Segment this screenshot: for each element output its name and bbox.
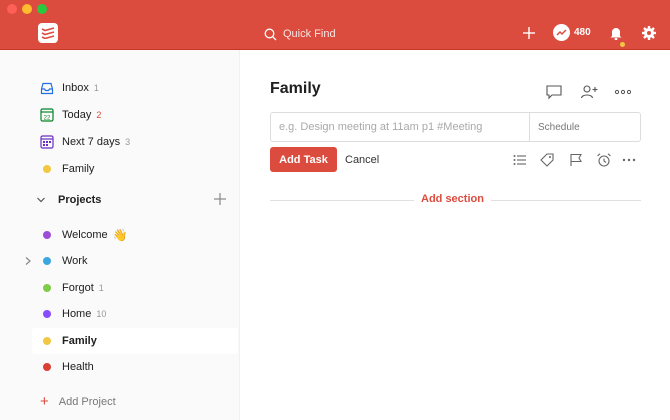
label-tag-icon[interactable] xyxy=(539,152,555,168)
add-project-plus-icon[interactable] xyxy=(213,192,227,206)
add-project-label: Add Project xyxy=(58,395,116,408)
project-color-dot xyxy=(43,284,51,292)
quick-find-search[interactable]: Quick Find xyxy=(264,24,434,44)
inbox-count: 1 xyxy=(93,83,99,93)
sidebar-item-label: Health xyxy=(62,361,94,373)
quick-add-plus-icon[interactable] xyxy=(521,25,537,41)
sidebar-item-label: Home xyxy=(62,308,92,320)
project-color-dot xyxy=(43,257,51,265)
add-section-button[interactable]: Add section xyxy=(414,193,491,205)
settings-gear-icon[interactable] xyxy=(641,25,657,41)
more-options-icon[interactable] xyxy=(614,84,632,100)
sidebar-item-label: Welcome xyxy=(62,229,108,241)
add-task-button[interactable]: Add Task xyxy=(270,147,337,172)
sidebar-item-project-home[interactable]: Home 10 xyxy=(32,301,238,327)
sidebar-item-label: Forgot xyxy=(62,282,94,294)
inbox-icon xyxy=(40,81,54,95)
sidebar-item-project-forgot[interactable]: Forgot 1 xyxy=(32,275,238,301)
projects-label: Projects xyxy=(58,194,102,206)
reminder-alarm-icon[interactable] xyxy=(596,152,612,168)
sidebar-item-favorite-family[interactable]: Family xyxy=(32,156,238,182)
sidebar: Inbox 1 22 Today 2 Next 7 days 3 Family … xyxy=(0,50,240,420)
karma-button[interactable]: 480 xyxy=(553,24,591,41)
chevron-right-icon[interactable] xyxy=(24,256,32,266)
notification-badge xyxy=(620,42,625,47)
sidebar-item-project-welcome[interactable]: Welcome 👋 xyxy=(32,222,238,248)
today-date: 22 xyxy=(44,115,51,121)
share-add-person-icon[interactable] xyxy=(580,84,598,100)
schedule-button[interactable]: Schedule xyxy=(529,113,640,141)
window-titlebar xyxy=(0,0,670,18)
comment-icon[interactable] xyxy=(545,84,563,100)
notifications-bell-icon[interactable] xyxy=(608,25,624,41)
karma-points: 480 xyxy=(574,27,591,38)
next7-count: 3 xyxy=(125,137,131,147)
project-color-dot xyxy=(43,165,51,173)
todoist-logo-icon[interactable] xyxy=(38,23,58,43)
sidebar-item-label: Next 7 days xyxy=(62,136,121,148)
select-project-list-icon[interactable] xyxy=(512,152,528,168)
task-editor: Schedule xyxy=(270,112,641,142)
plus-icon: + xyxy=(40,393,49,410)
priority-flag-icon[interactable] xyxy=(568,152,584,168)
add-project-button[interactable]: + Add Project xyxy=(40,394,116,409)
sidebar-item-project-family[interactable]: Family xyxy=(32,328,238,354)
quick-find-placeholder: Quick Find xyxy=(283,28,336,40)
karma-trend-icon xyxy=(553,24,570,41)
window-close-button[interactable] xyxy=(7,4,17,14)
project-count: 10 xyxy=(96,309,107,319)
calendar-today-icon: 22 xyxy=(40,108,54,122)
sidebar-item-label: Inbox xyxy=(62,82,89,94)
project-color-dot xyxy=(43,310,51,318)
chevron-down-icon xyxy=(37,197,45,203)
project-count: 1 xyxy=(98,283,104,293)
main-content: Family Schedule Add Task Cancel xyxy=(240,50,670,420)
calendar-upcoming-icon xyxy=(40,135,54,149)
project-color-dot xyxy=(43,337,51,345)
today-count: 2 xyxy=(96,110,102,120)
task-more-options-icon[interactable] xyxy=(621,152,637,168)
sidebar-item-inbox[interactable]: Inbox 1 xyxy=(32,75,238,101)
sidebar-item-label: Work xyxy=(62,255,88,267)
projects-header[interactable]: Projects xyxy=(36,190,230,210)
page-title: Family xyxy=(270,80,321,97)
sidebar-item-label: Family xyxy=(62,163,95,175)
window-zoom-button[interactable] xyxy=(37,4,47,14)
project-color-dot xyxy=(43,363,51,371)
project-color-dot xyxy=(43,231,51,239)
window-minimize-button[interactable] xyxy=(22,4,32,14)
sidebar-item-label: Family xyxy=(62,335,97,347)
search-icon xyxy=(264,28,277,40)
sidebar-item-today[interactable]: 22 Today 2 xyxy=(32,102,238,128)
wave-emoji-icon: 👋 xyxy=(112,228,128,242)
task-content-input[interactable] xyxy=(271,113,529,141)
sidebar-item-project-health[interactable]: Health xyxy=(32,354,238,380)
sidebar-item-next-7-days[interactable]: Next 7 days 3 xyxy=(32,129,238,155)
app-header: Quick Find 480 xyxy=(0,18,670,50)
sidebar-item-project-work[interactable]: Work xyxy=(32,248,238,274)
cancel-button[interactable]: Cancel xyxy=(345,147,379,172)
sidebar-item-label: Today xyxy=(62,109,92,121)
